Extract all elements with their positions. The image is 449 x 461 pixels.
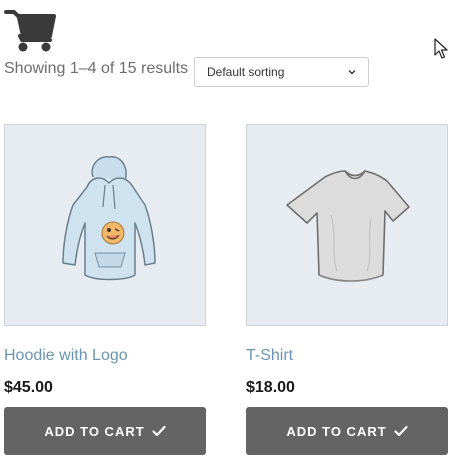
- product-card: T-Shirt $18.00 ADD TO CART: [246, 124, 448, 455]
- add-to-cart-button[interactable]: ADD TO CART: [246, 407, 448, 455]
- product-price: $18.00: [246, 379, 295, 396]
- add-to-cart-button[interactable]: ADD TO CART: [4, 407, 206, 455]
- product-image-t-shirt[interactable]: [246, 124, 448, 326]
- shopping-cart-icon[interactable]: [4, 8, 58, 54]
- checkmark-icon: [394, 425, 408, 437]
- shop-page: Showing 1–4 of 15 results Default sortin…: [0, 0, 449, 461]
- checkmark-icon: [152, 425, 166, 437]
- product-title[interactable]: T-Shirt: [246, 346, 448, 366]
- mouse-cursor-icon: [434, 38, 448, 59]
- t-shirt-image: [286, 170, 410, 282]
- add-to-cart-label: ADD TO CART: [286, 423, 387, 439]
- ordering-selected-value: Default sorting: [207, 65, 285, 79]
- product-title[interactable]: Hoodie with Logo: [4, 346, 206, 366]
- hoodie-image: [62, 156, 156, 281]
- chevron-down-icon: [348, 70, 356, 75]
- result-count: Showing 1–4 of 15 results: [4, 60, 189, 77]
- product-image-hoodie[interactable]: [4, 124, 206, 326]
- product-card: Hoodie with Logo $45.00 ADD TO CART: [4, 124, 206, 455]
- add-to-cart-label: ADD TO CART: [44, 423, 145, 439]
- ordering-select[interactable]: Default sorting: [194, 57, 369, 87]
- product-price: $45.00: [4, 379, 53, 396]
